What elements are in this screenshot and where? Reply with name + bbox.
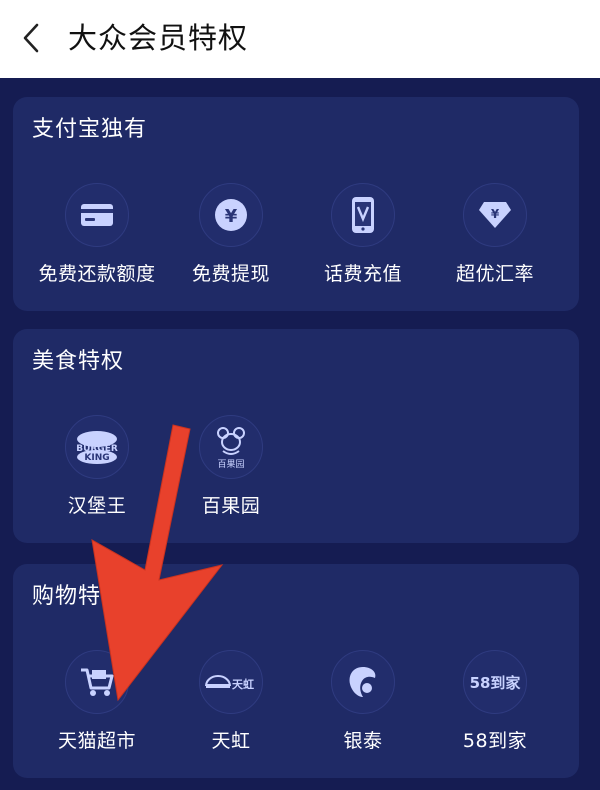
section-shopping-privileges: 购物特权 天猫超市 天虹 天虹 银泰 58到家 58到家 [13, 564, 579, 778]
item-label: 超优汇率 [455, 263, 534, 285]
section-alipay-exclusive: 支付宝独有 免费还款额度 ¥ 免费提现 话费充值 ¥ 超优汇率 [13, 97, 579, 311]
svg-text:¥: ¥ [491, 207, 500, 221]
top-bar: 大众会员特权 [0, 0, 600, 78]
phone-recharge-icon [331, 183, 395, 247]
page-title: 大众会员特权 [68, 21, 249, 55]
item-free-repayment[interactable]: 免费还款额度 [35, 183, 159, 286]
svg-text:58到家: 58到家 [470, 674, 521, 692]
item-burger-king[interactable]: BURGER KING 汉堡王 [35, 415, 159, 518]
diamond-yuan-icon: ¥ [463, 183, 527, 247]
item-phone-recharge[interactable]: 话费充值 [301, 183, 425, 286]
item-label: 天虹 [211, 730, 251, 752]
tmall-cart-icon [65, 650, 129, 714]
item-58-daojia[interactable]: 58到家 58到家 [433, 650, 557, 753]
item-label: 58到家 [462, 730, 528, 752]
item-label: 百果园 [201, 495, 261, 517]
item-better-exchange-rate[interactable]: ¥ 超优汇率 [433, 183, 557, 286]
rainbow-logo: 天虹 [199, 650, 263, 714]
item-free-withdrawal[interactable]: ¥ 免费提现 [169, 183, 293, 286]
item-pagoda[interactable]: 百果园 百果园 [169, 415, 293, 518]
section-title: 支付宝独有 [32, 117, 148, 142]
burger-king-logo: BURGER KING [65, 415, 129, 479]
item-label: 免费还款额度 [38, 263, 156, 285]
item-label: 话费充值 [323, 263, 402, 285]
chevron-left-icon [23, 23, 39, 53]
svg-text:天虹: 天虹 [232, 677, 254, 691]
item-rainbow[interactable]: 天虹 天虹 [169, 650, 293, 753]
svg-text:¥: ¥ [225, 206, 238, 227]
pagoda-logo: 百果园 [199, 415, 263, 479]
section-title: 美食特权 [32, 349, 125, 374]
svg-text:KING: KING [84, 453, 109, 463]
item-label: 免费提现 [191, 263, 270, 285]
item-tmall-supermarket[interactable]: 天猫超市 [35, 650, 159, 753]
item-label: 汉堡王 [67, 495, 127, 517]
svg-text:百果园: 百果园 [217, 459, 244, 469]
section-food-privileges: 美食特权 BURGER KING 汉堡王 百果园 百果园 [13, 329, 579, 543]
item-label: 银泰 [343, 730, 383, 752]
intime-logo [331, 650, 395, 714]
58-daojia-logo: 58到家 [463, 650, 527, 714]
back-button[interactable] [14, 20, 48, 56]
credit-card-icon [65, 183, 129, 247]
yuan-coin-icon: ¥ [199, 183, 263, 247]
item-label: 天猫超市 [57, 730, 136, 752]
section-title: 购物特权 [32, 584, 125, 609]
item-intime[interactable]: 银泰 [301, 650, 425, 753]
